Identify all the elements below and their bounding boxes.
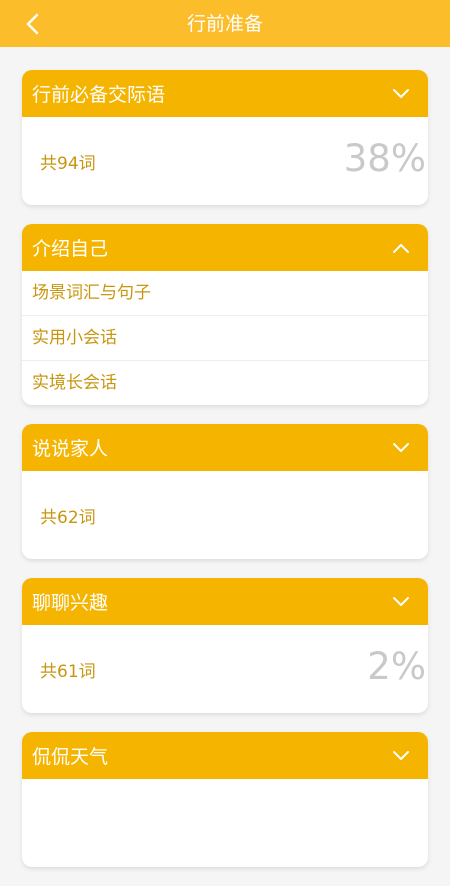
card-title: 行前必备交际语	[32, 84, 166, 106]
card-header[interactable]: 聊聊兴趣	[22, 578, 428, 625]
page-title: 行前准备	[186, 13, 263, 35]
word-count: 共61词	[40, 662, 96, 682]
word-count: 共62词	[40, 508, 96, 528]
progress-percent: 38%	[343, 137, 426, 180]
card-body[interactable]: 共62词	[22, 471, 428, 559]
chevron-down-icon	[393, 442, 409, 452]
sub-item-short-dialogue[interactable]: 实用小会话	[22, 315, 428, 360]
category-card: 聊聊兴趣 共61词 2%	[22, 578, 428, 713]
category-card: 介绍自己 场景词汇与句子 实用小会话 实境长会话	[22, 224, 428, 405]
chevron-down-icon	[393, 88, 409, 98]
chevron-down-icon	[393, 596, 409, 606]
card-title: 聊聊兴趣	[32, 592, 109, 614]
progress-percent: 2%	[367, 645, 426, 688]
sub-item-list: 场景词汇与句子 实用小会话 实境长会话	[22, 271, 428, 405]
card-body[interactable]: 共94词 38%	[22, 117, 428, 205]
card-title: 侃侃天气	[32, 746, 109, 768]
category-card: 行前必备交际语 共94词 38%	[22, 70, 428, 205]
card-header[interactable]: 说说家人	[22, 424, 428, 471]
card-header[interactable]: 行前必备交际语	[22, 70, 428, 117]
card-title: 说说家人	[32, 438, 109, 460]
sub-item-long-dialogue[interactable]: 实境长会话	[22, 360, 428, 405]
word-count: 共94词	[40, 154, 96, 174]
card-header[interactable]: 介绍自己	[22, 224, 428, 271]
chevron-down-icon	[393, 750, 409, 760]
card-header[interactable]: 侃侃天气	[22, 732, 428, 779]
chevron-up-icon	[393, 243, 409, 253]
card-body[interactable]: 共61词 2%	[22, 625, 428, 713]
category-list: 行前必备交际语 共94词 38% 介绍自己 场景词汇与句子 实用小会话 实境长会…	[22, 70, 428, 886]
category-card: 说说家人 共62词	[22, 424, 428, 559]
sub-item-vocabulary[interactable]: 场景词汇与句子	[22, 271, 428, 315]
card-body[interactable]	[22, 779, 428, 867]
top-bar: 行前准备	[0, 0, 450, 47]
card-title: 介绍自己	[32, 238, 109, 260]
